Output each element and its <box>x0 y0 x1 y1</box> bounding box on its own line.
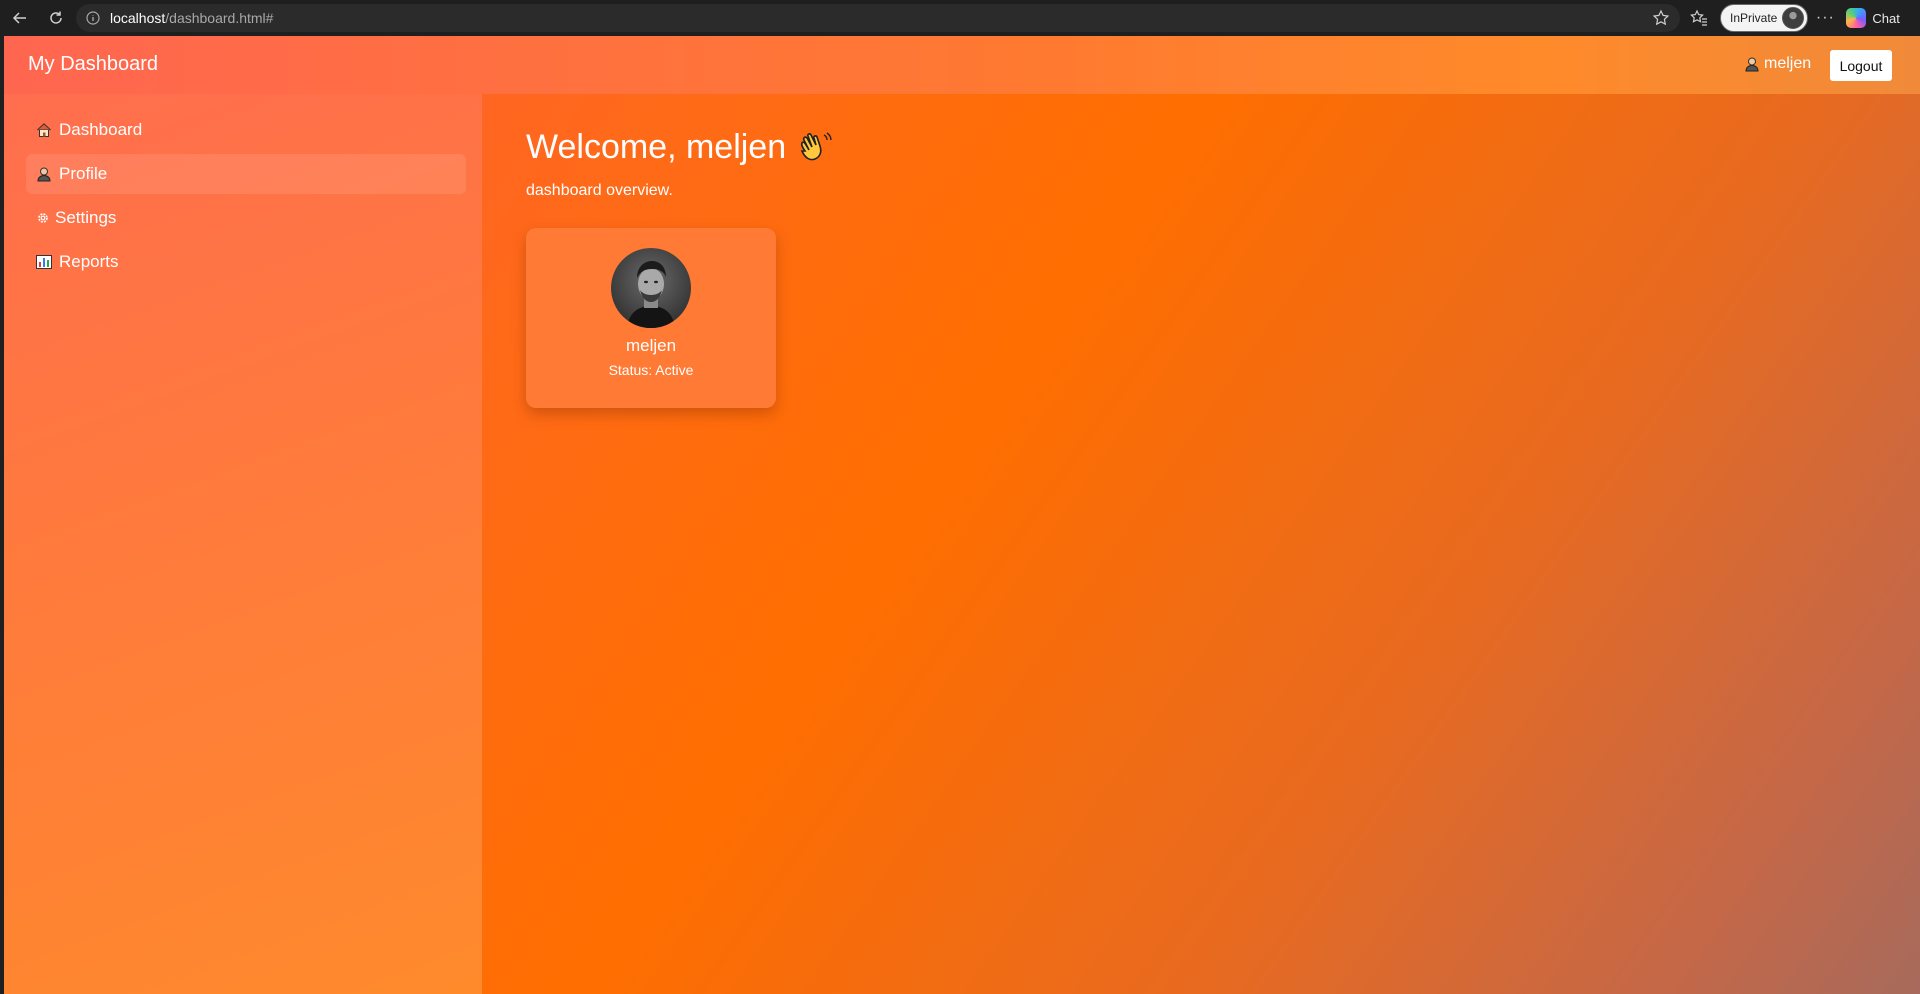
sidebar-item-label: Reports <box>59 252 119 271</box>
sidebar-item-label: Settings <box>55 208 117 227</box>
logout-button[interactable]: Logout <box>1830 50 1892 81</box>
more-options-button[interactable]: ··· <box>1808 0 1842 36</box>
more-options-icon: ··· <box>1815 9 1835 26</box>
refresh-button[interactable] <box>38 0 74 36</box>
user-icon <box>1745 57 1759 72</box>
address-bar[interactable]: localhost/dashboard.html# <box>76 4 1680 32</box>
house-icon <box>36 122 56 138</box>
sidebar-item-dashboard[interactable]: Dashboard <box>26 110 466 150</box>
sidebar-item-label: Dashboard <box>59 120 143 139</box>
refresh-icon <box>50 11 62 24</box>
brand-title[interactable]: My Dashboard <box>28 53 158 76</box>
back-arrow-icon <box>12 12 26 24</box>
avatar <box>611 248 691 328</box>
main-content: Welcome, meljen dashboard overview. melj… <box>482 94 1920 994</box>
favorite-star-icon[interactable] <box>1652 9 1670 27</box>
chat-label: Chat <box>1872 10 1900 26</box>
copilot-chat-button[interactable]: Chat <box>1846 8 1900 28</box>
page-viewport: My Dashboard meljen Logout Dashboard Pro… <box>4 36 1920 994</box>
waving-hand-icon <box>796 129 834 167</box>
browser-toolbar: localhost/dashboard.html# InPrivate ··· … <box>0 0 1920 36</box>
copilot-icon <box>1846 8 1867 28</box>
favorites-icon <box>1690 9 1707 26</box>
back-button[interactable] <box>2 0 38 36</box>
favorites-button[interactable] <box>1684 0 1714 36</box>
info-icon <box>86 11 100 25</box>
card-username: meljen <box>625 336 677 355</box>
inprivate-badge[interactable]: InPrivate <box>1720 4 1809 32</box>
profile-card[interactable]: meljen Status: Active <box>526 228 776 408</box>
top-navbar: My Dashboard meljen Logout <box>4 36 1920 94</box>
sidebar: Dashboard Profile Settings Reports <box>4 94 482 994</box>
profile-avatar-icon <box>1782 7 1805 29</box>
sidebar-item-profile[interactable]: Profile <box>26 154 466 194</box>
sidebar-item-label: Profile <box>59 164 108 183</box>
welcome-text: Welcome, meljen <box>526 128 787 166</box>
url-path: /dashboard.html# <box>165 10 274 26</box>
sidebar-item-settings[interactable]: Settings <box>26 198 466 238</box>
subtitle: dashboard overview. <box>526 182 673 199</box>
sidebar-item-reports[interactable]: Reports <box>26 242 466 282</box>
gear-icon <box>36 211 52 225</box>
user-info: meljen <box>1744 55 1811 73</box>
browser-right-controls: InPrivate ··· Chat <box>1684 0 1900 36</box>
page-title: Welcome, meljen <box>526 128 834 167</box>
header-username: meljen <box>1764 55 1812 72</box>
url-host: localhost <box>110 10 166 26</box>
status-text: Status: Active <box>608 362 694 378</box>
inprivate-label: InPrivate <box>1730 11 1778 25</box>
user-icon <box>36 166 56 182</box>
bar-chart-icon <box>36 254 56 270</box>
